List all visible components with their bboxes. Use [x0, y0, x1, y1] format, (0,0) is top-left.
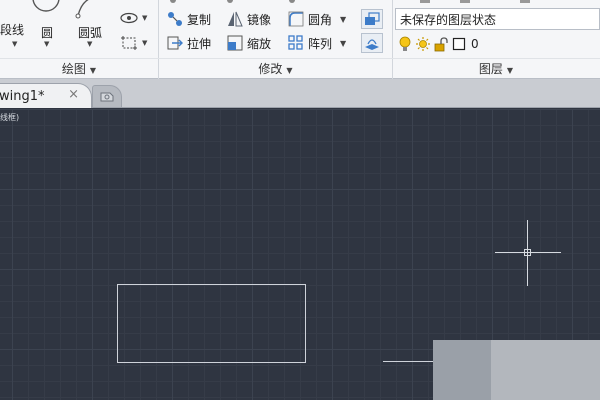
- arc-label: 圆弧: [78, 26, 103, 40]
- circle-label: 圆: [41, 26, 54, 40]
- eye-icon: [120, 12, 138, 24]
- scale-label: 缩放: [247, 36, 272, 51]
- document-tab-title: wing1*: [0, 88, 45, 104]
- ribbon-footer-divider: [0, 58, 600, 59]
- arc-icon: [75, 0, 89, 19]
- array-button[interactable]: 阵列 ▼: [287, 33, 346, 53]
- view-visibility-button[interactable]: [118, 8, 140, 28]
- document-tab-bar: wing1* ×: [0, 79, 600, 108]
- mirror-label: 镜像: [247, 12, 272, 27]
- modify-panel-title[interactable]: 修改 ▼: [158, 60, 393, 78]
- fillet-label: 圆角: [308, 12, 333, 27]
- unlock-icon[interactable]: [433, 35, 449, 53]
- circle-dropdown-caret[interactable]: ▼: [44, 40, 49, 48]
- top-row-partial-icons: [420, 0, 530, 3]
- fillet-button[interactable]: 圆角 ▼: [287, 9, 346, 29]
- circle-button[interactable]: [31, 0, 61, 18]
- scale-button[interactable]: 缩放: [226, 33, 271, 53]
- ribbon: 段线 ▼ 圆 ▼ 圆弧 ▼ ▼ ▼ 绘图 ▼ 复制 镜像 圆角 ▼ 拉伸 缩放 …: [0, 0, 600, 79]
- layer-state-text: 未保存的图层状态: [400, 12, 497, 27]
- drawn-line[interactable]: [383, 361, 433, 362]
- boundary-button[interactable]: [118, 33, 140, 53]
- layer-stack-icon: [365, 39, 379, 50]
- array-label: 阵列: [308, 36, 333, 51]
- sun-icon[interactable]: [415, 35, 431, 53]
- lightbulb-icon[interactable]: [397, 35, 413, 53]
- layer-control[interactable]: 0: [397, 33, 479, 55]
- polyline-dropdown-caret[interactable]: ▼: [12, 40, 17, 48]
- layer-match-icon: [365, 12, 380, 25]
- array-icon: [287, 34, 305, 52]
- drawn-rectangle[interactable]: [117, 284, 306, 363]
- new-drawing-icon: [100, 92, 114, 101]
- copy-icon: [166, 10, 184, 28]
- layers-panel-title[interactable]: 图层 ▼: [392, 60, 600, 78]
- fillet-dropdown-caret[interactable]: ▼: [340, 15, 346, 24]
- layer-walk-button[interactable]: [361, 33, 383, 53]
- layers-panel-title-text: 图层: [478, 62, 503, 76]
- boundary-dropdown-caret[interactable]: ▼: [142, 39, 147, 47]
- stretch-button[interactable]: 拉伸: [166, 33, 211, 53]
- document-tab[interactable]: wing1* ×: [0, 83, 92, 108]
- current-layer-name: 0: [471, 37, 479, 51]
- circle-icon: [32, 0, 60, 12]
- stretch-icon: [166, 34, 184, 52]
- close-tab-icon[interactable]: ×: [68, 87, 79, 102]
- gray-overlay-block: [491, 340, 600, 400]
- scale-icon: [226, 34, 244, 52]
- draw-panel-expand-icon: ▼: [89, 66, 97, 75]
- modify-panel-title-text: 修改: [258, 62, 283, 76]
- visibility-dropdown-caret[interactable]: ▼: [142, 14, 147, 22]
- modify-panel-expand-icon: ▼: [286, 66, 293, 75]
- layer-match-button[interactable]: [361, 9, 383, 29]
- copy-button[interactable]: 复制: [166, 9, 211, 29]
- mirror-button[interactable]: 镜像: [226, 9, 271, 29]
- polyline-label[interactable]: 段线: [0, 21, 24, 38]
- layer-color-swatch-icon[interactable]: [451, 35, 467, 53]
- arc-dropdown-caret[interactable]: ▼: [87, 40, 92, 48]
- gray-overlay-block: [433, 340, 491, 400]
- arc-button[interactable]: [72, 0, 102, 20]
- array-dropdown-caret[interactable]: ▼: [340, 39, 346, 48]
- mirror-icon: [226, 10, 244, 28]
- copy-label: 复制: [187, 12, 212, 27]
- new-drawing-tab[interactable]: [92, 85, 122, 107]
- draw-panel-title[interactable]: 绘图 ▼: [0, 60, 158, 78]
- boundary-icon: [121, 36, 137, 50]
- viewport-style-label[interactable]: 线框): [0, 112, 19, 123]
- top-row-partial-icons: [170, 0, 295, 3]
- fillet-icon: [287, 10, 305, 28]
- draw-panel-title-text: 绘图: [61, 62, 86, 76]
- stretch-label: 拉伸: [187, 36, 212, 51]
- layer-state-dropdown[interactable]: 未保存的图层状态: [395, 8, 600, 30]
- layers-panel-expand-icon: ▼: [506, 66, 514, 75]
- crosshair-pickbox: [524, 249, 531, 256]
